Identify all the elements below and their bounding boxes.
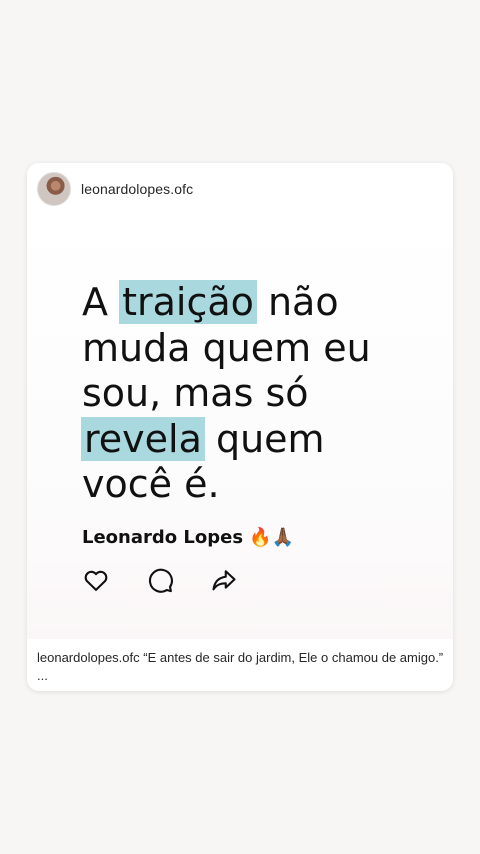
heart-icon[interactable] — [82, 566, 110, 594]
post-header: leonardolopes.ofc — [27, 163, 453, 215]
caption-text: “E antes de sair do jardim, Ele o chamou… — [143, 650, 444, 665]
username[interactable]: leonardolopes.ofc — [81, 181, 193, 197]
post-card: leonardolopes.ofc A traição não muda que… — [27, 163, 453, 691]
caption-more-link[interactable]: ... — [37, 668, 48, 683]
comment-icon[interactable] — [146, 566, 174, 594]
quote-highlight-1: traição — [119, 280, 257, 324]
quote-highlight-2: revela — [81, 416, 205, 461]
share-icon[interactable] — [210, 566, 238, 594]
quote-text: A traição não muda quem eu sou, mas só r… — [81, 280, 422, 508]
author-name: Leonardo Lopes — [82, 527, 244, 548]
fire-pray-emoji: 🔥🙏🏾 — [249, 527, 294, 548]
quote-part-1: A — [82, 280, 121, 324]
post-caption: leonardolopes.ofc “E antes de sair do ja… — [37, 649, 445, 685]
avatar[interactable] — [37, 172, 71, 206]
action-bar — [82, 566, 238, 594]
post-image[interactable]: A traição não muda quem eu sou, mas só r… — [27, 215, 453, 639]
caption-username[interactable]: leonardolopes.ofc — [37, 650, 140, 665]
quote-author: Leonardo Lopes 🔥🙏🏾 — [82, 527, 294, 548]
